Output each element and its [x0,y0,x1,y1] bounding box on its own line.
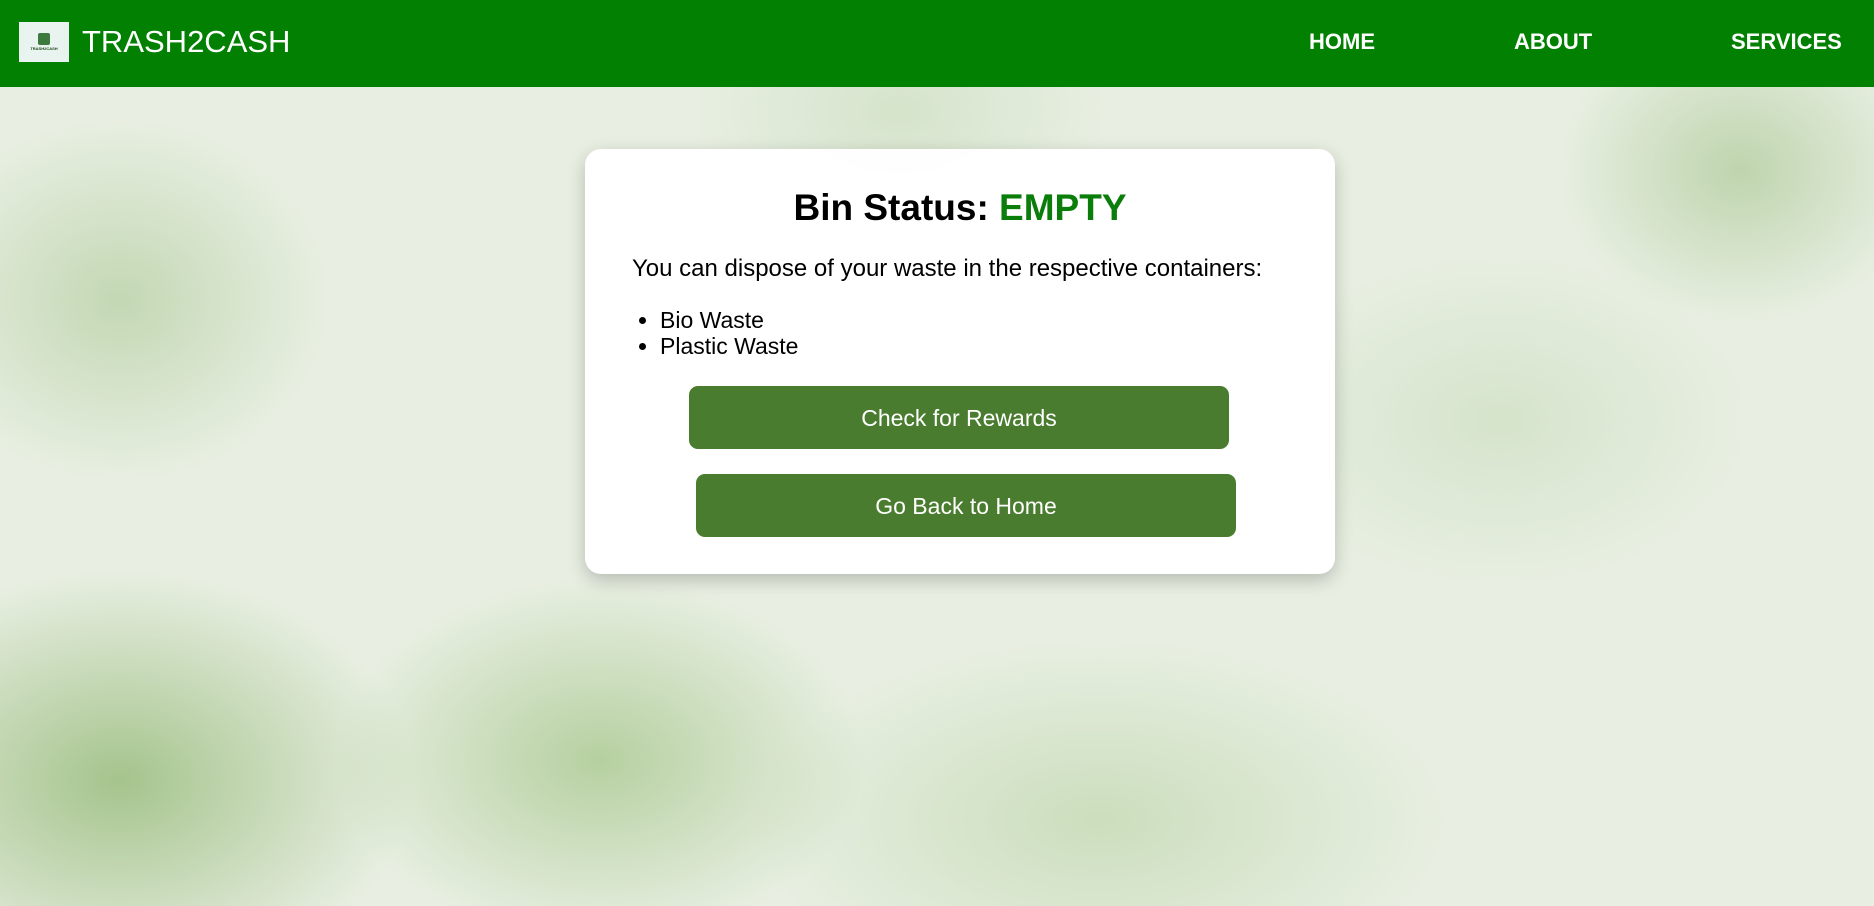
bin-status-card: Bin Status: EMPTY You can dispose of you… [585,149,1335,574]
nav-about-link[interactable]: ABOUT [1514,29,1592,55]
bin-icon [38,33,50,45]
trash2cash-logo[interactable]: TRASH2CASH [19,22,69,62]
brand-name[interactable]: TRASH2CASH [82,22,290,62]
bin-status-title: Bin Status: EMPTY [585,185,1335,231]
check-rewards-button[interactable]: Check for Rewards [689,386,1229,449]
bin-status-value: EMPTY [999,187,1127,228]
nav-services-link[interactable]: SERVICES [1731,29,1842,55]
top-navbar: TRASH2CASH TRASH2CASH HOME ABOUT SERVICE… [0,0,1874,87]
nav-home-link[interactable]: HOME [1309,29,1375,55]
logo-text: TRASH2CASH [30,46,58,51]
list-item: Plastic Waste [660,333,798,359]
bin-status-label: Bin Status: [793,187,1000,228]
waste-type-list: Bio Waste Plastic Waste [632,307,798,359]
list-item: Bio Waste [660,307,798,333]
dispose-instructions: You can dispose of your waste in the res… [632,255,1263,282]
go-back-home-button[interactable]: Go Back to Home [696,474,1236,537]
